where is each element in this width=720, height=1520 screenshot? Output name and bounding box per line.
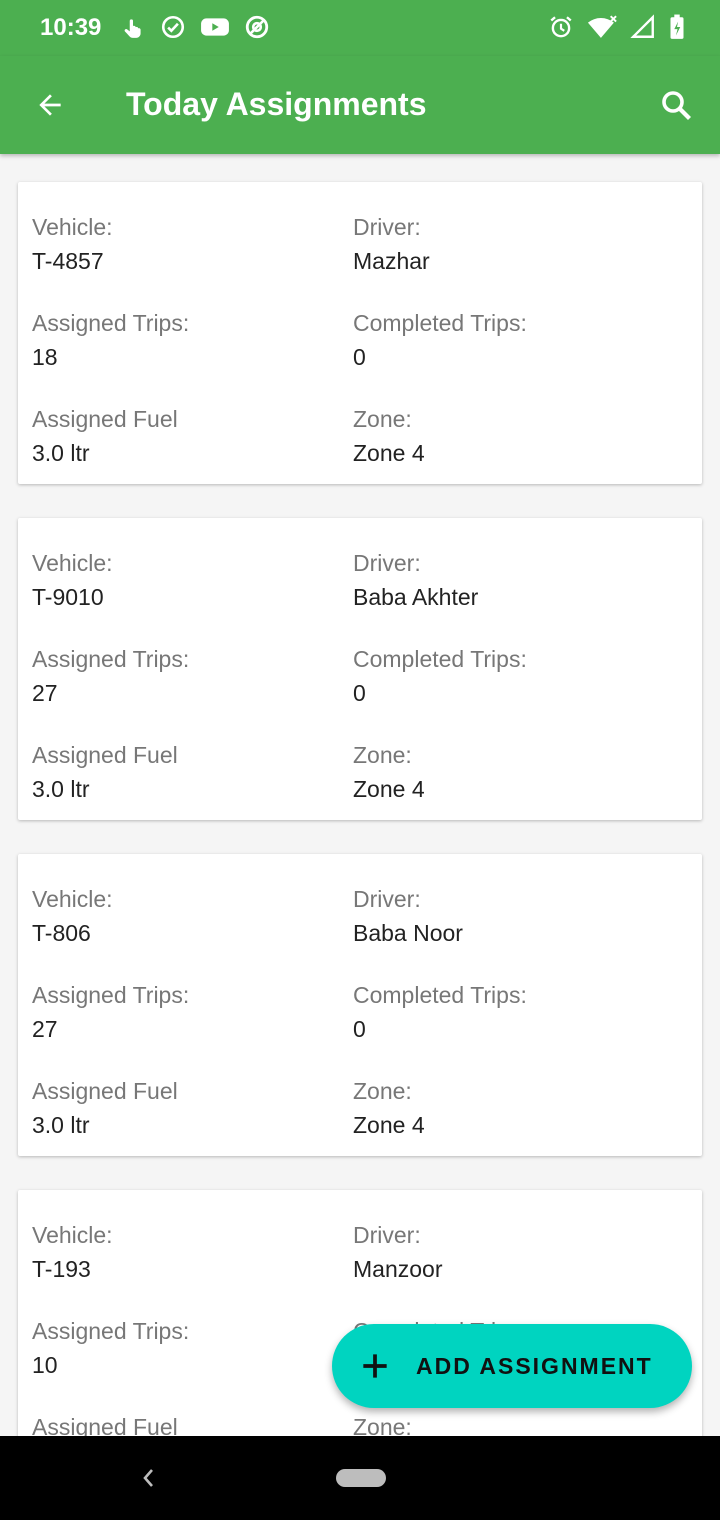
assignment-list[interactable]: Vehicle: T-4857 Driver: Mazhar Assigned … — [0, 154, 720, 1436]
assigned-trips-value: 18 — [32, 344, 58, 370]
completed-trips-value: 0 — [353, 1016, 366, 1042]
zone-field: Zone: Zone 4 — [353, 1076, 425, 1140]
touch-icon — [124, 19, 141, 38]
assigned-trips-value: 27 — [32, 1016, 58, 1042]
plus-icon — [360, 1351, 390, 1381]
driver-field: Driver: Mazhar — [353, 212, 430, 276]
youtube-icon — [201, 18, 229, 36]
assigned-trips-label: Assigned Trips: — [32, 982, 190, 1008]
status-left-icons — [120, 14, 270, 40]
check-circle-icon — [161, 15, 185, 39]
zone-value: Zone 4 — [353, 440, 425, 466]
assignment-card[interactable]: Vehicle: T-806 Driver: Baba Noor Assigne… — [18, 854, 702, 1156]
vehicle-field: Vehicle: T-4857 — [32, 212, 113, 276]
vehicle-value: T-9010 — [32, 584, 104, 610]
driver-field: Driver: Manzoor — [353, 1220, 442, 1284]
vehicle-label: Vehicle: — [32, 1222, 113, 1248]
vehicle-value: T-806 — [32, 920, 91, 946]
assigned-trips-value: 10 — [32, 1352, 58, 1378]
nav-back-icon[interactable] — [134, 1462, 162, 1494]
driver-value: Baba Noor — [353, 920, 463, 946]
assigned-trips-label: Assigned Trips: — [32, 1318, 190, 1344]
assigned-fuel-label: Assigned Fuel — [32, 1414, 178, 1436]
zone-field: Zone: Zone 4 — [353, 740, 425, 804]
app-bar: Today Assignments — [0, 56, 720, 154]
vehicle-field: Vehicle: T-193 — [32, 1220, 113, 1284]
signal-icon — [630, 14, 654, 38]
zone-field: Zone: Zone 4 — [353, 404, 425, 468]
driver-value: Mazhar — [353, 248, 430, 274]
assigned-trips-field: Assigned Trips: 18 — [32, 308, 189, 372]
assigned-trips-field: Assigned Trips: 10 — [32, 1316, 189, 1380]
driver-field: Driver: Baba Akhter — [353, 548, 478, 612]
driver-field: Driver: Baba Noor — [353, 884, 463, 948]
add-assignment-button[interactable]: ADD ASSIGNMENT — [332, 1324, 692, 1408]
assigned-fuel-label: Assigned Fuel — [32, 1078, 178, 1104]
completed-trips-value: 0 — [353, 344, 366, 370]
assigned-fuel-field: Assigned Fuel 3.0 ltr — [32, 404, 178, 468]
assigned-trips-label: Assigned Trips: — [32, 646, 190, 672]
status-time: 10:39 — [40, 14, 102, 41]
vehicle-value: T-193 — [32, 1256, 91, 1282]
driver-value: Manzoor — [353, 1256, 443, 1282]
arrow-back-icon — [39, 94, 61, 116]
assignment-card[interactable]: Vehicle: T-9010 Driver: Baba Akhter Assi… — [18, 518, 702, 820]
vehicle-field: Vehicle: T-806 — [32, 884, 113, 948]
back-button[interactable] — [28, 83, 72, 127]
driver-value: Baba Akhter — [353, 584, 479, 610]
alarm-icon — [550, 16, 572, 38]
zone-label: Zone: — [353, 406, 412, 432]
status-bar: 10:39 — [0, 0, 720, 56]
battery-icon — [670, 14, 684, 39]
zone-label: Zone: — [353, 1414, 412, 1436]
assigned-fuel-value: 3.0 ltr — [32, 440, 90, 466]
assigned-fuel-field: Assigned Fuel 3.0 ltr — [32, 740, 178, 804]
home-pill-icon[interactable] — [336, 1469, 386, 1487]
search-icon — [662, 91, 691, 120]
assigned-trips-value: 27 — [32, 680, 58, 706]
assigned-trips-field: Assigned Trips: 27 — [32, 644, 189, 708]
driver-label: Driver: — [353, 214, 421, 240]
assigned-fuel-value: 3.0 ltr — [32, 1112, 90, 1138]
at-icon — [245, 15, 269, 39]
assigned-fuel-field: Assigned Fuel 3.0 ltr — [32, 1076, 178, 1140]
driver-label: Driver: — [353, 550, 421, 576]
zone-value: Zone 4 — [353, 1112, 425, 1138]
assigned-fuel-value: 3.0 ltr — [32, 776, 90, 802]
completed-trips-label: Completed Trips: — [353, 310, 527, 336]
vehicle-value: T-4857 — [32, 248, 104, 274]
add-assignment-label: ADD ASSIGNMENT — [416, 1352, 653, 1379]
completed-trips-field: Completed Trips: 0 — [353, 644, 527, 708]
assigned-trips-field: Assigned Trips: 27 — [32, 980, 189, 1044]
vehicle-label: Vehicle: — [32, 886, 113, 912]
completed-trips-value: 0 — [353, 680, 366, 706]
driver-label: Driver: — [353, 886, 421, 912]
completed-trips-field: Completed Trips: 0 — [353, 980, 527, 1044]
vehicle-label: Vehicle: — [32, 550, 113, 576]
wifi-icon — [587, 15, 617, 38]
status-right-icons — [548, 14, 686, 40]
completed-trips-label: Completed Trips: — [353, 982, 527, 1008]
zone-label: Zone: — [353, 742, 412, 768]
completed-trips-label: Completed Trips: — [353, 646, 527, 672]
vehicle-field: Vehicle: T-9010 — [32, 548, 113, 612]
zone-label: Zone: — [353, 1078, 412, 1104]
search-button[interactable] — [654, 83, 698, 127]
assigned-fuel-field: Assigned Fuel — [32, 1412, 178, 1436]
assigned-fuel-label: Assigned Fuel — [32, 406, 178, 432]
assignment-card[interactable]: Vehicle: T-4857 Driver: Mazhar Assigned … — [18, 182, 702, 484]
zone-field: Zone: — [353, 1412, 412, 1436]
navigation-bar — [0, 1436, 720, 1520]
vehicle-label: Vehicle: — [32, 214, 113, 240]
assigned-trips-label: Assigned Trips: — [32, 310, 190, 336]
completed-trips-field: Completed Trips: 0 — [353, 308, 527, 372]
page-title: Today Assignments — [126, 86, 427, 122]
driver-label: Driver: — [353, 1222, 421, 1248]
assigned-fuel-label: Assigned Fuel — [32, 742, 178, 768]
zone-value: Zone 4 — [353, 776, 425, 802]
